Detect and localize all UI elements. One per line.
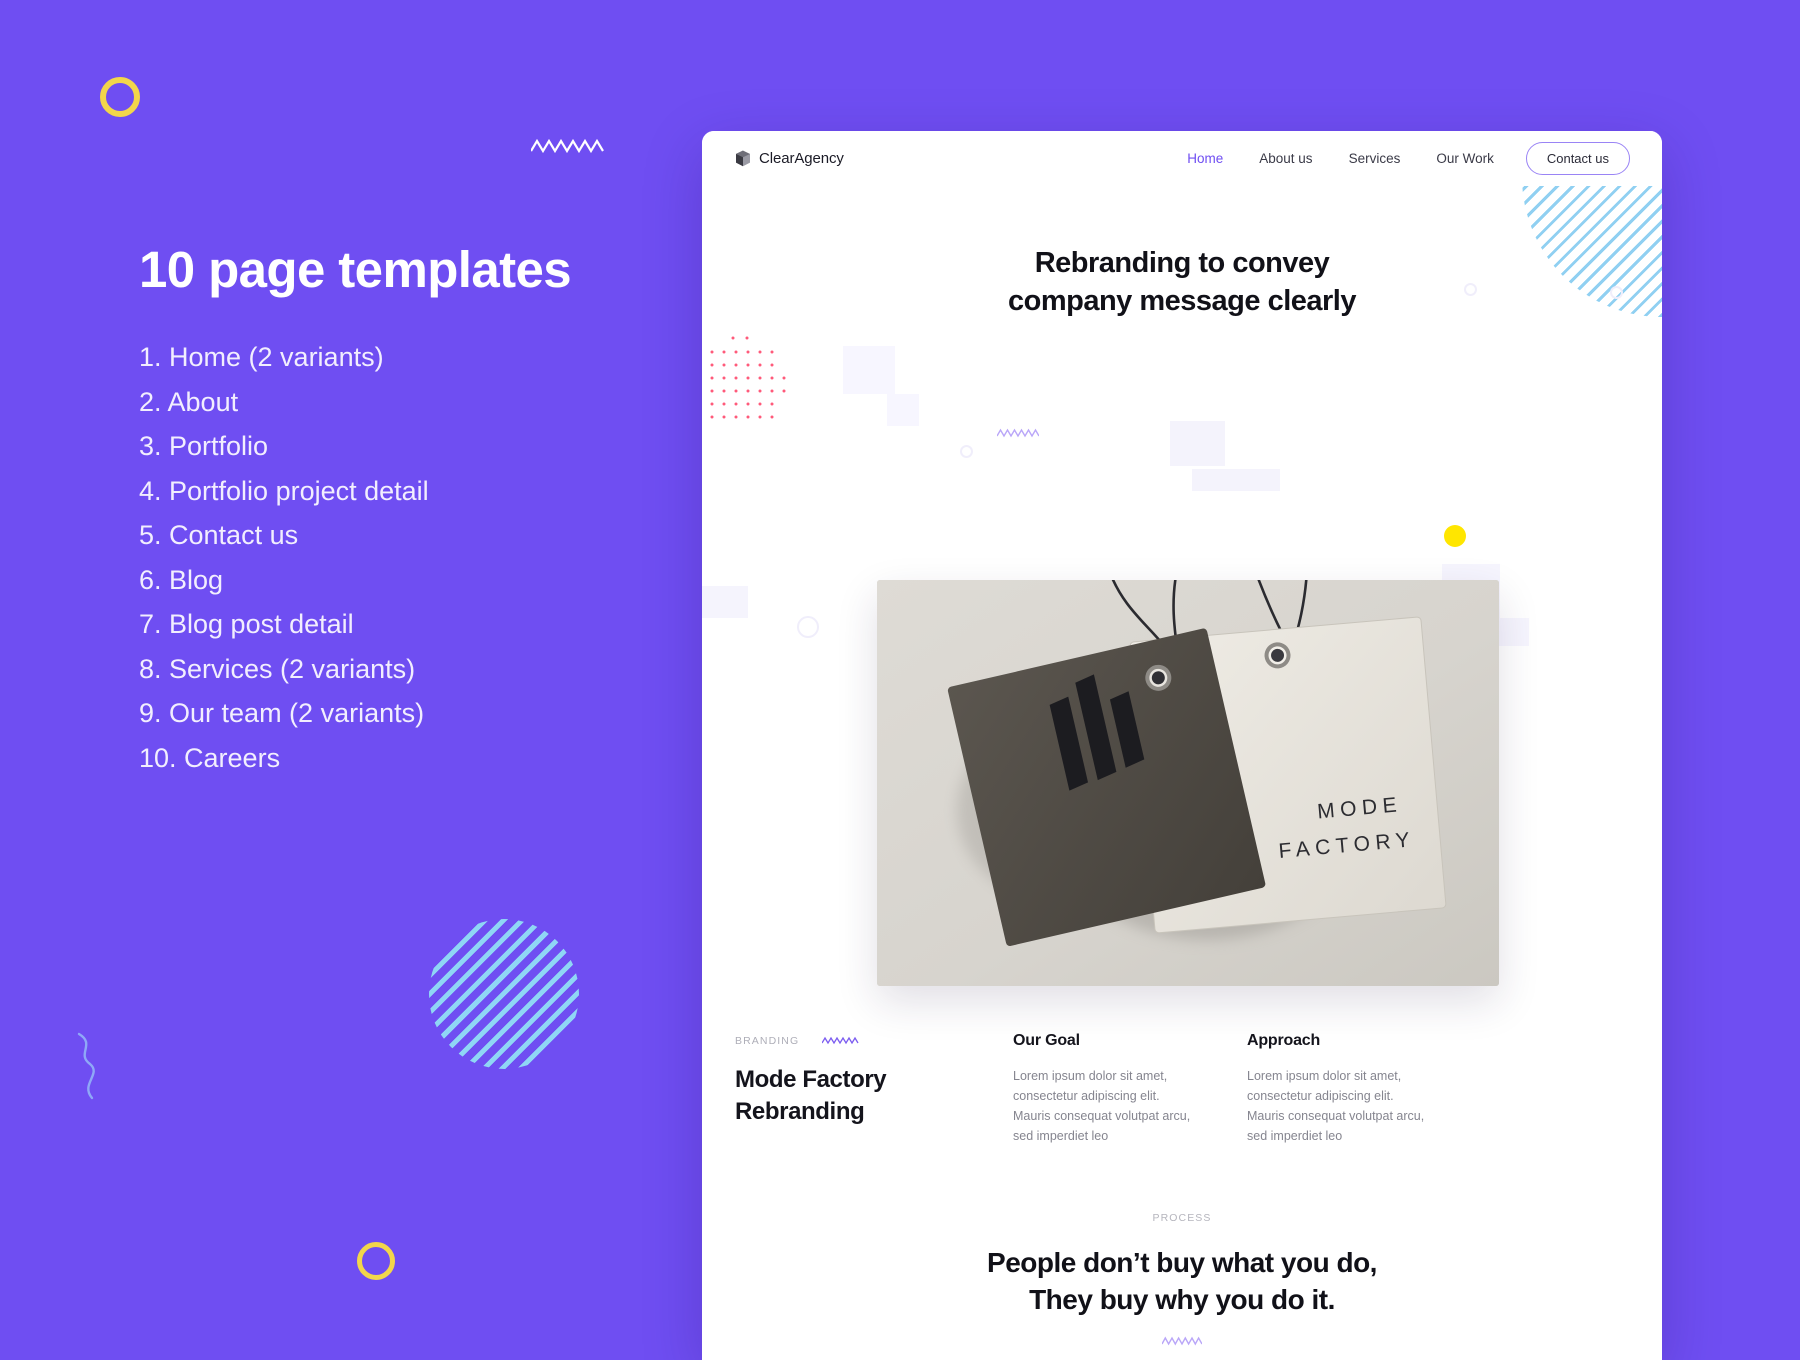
list-item: 3. Portfolio bbox=[139, 431, 269, 461]
zigzag-decoration-icon bbox=[531, 138, 604, 154]
list-item: 1. Home (2 variants) bbox=[139, 342, 384, 372]
process-eyebrow-label: PROCESS bbox=[1152, 1212, 1212, 1224]
ghost-ring-decoration bbox=[960, 445, 973, 458]
dot-grid-decoration bbox=[710, 336, 786, 419]
contact-us-button[interactable]: Contact us bbox=[1525, 142, 1630, 175]
hero-title-line-1: Rebranding to convey bbox=[1034, 247, 1330, 279]
soft-square-decoration bbox=[1192, 469, 1280, 491]
zigzag-decoration-icon bbox=[821, 1037, 859, 1045]
column-body: Lorem ipsum dolor sit amet, consectetur … bbox=[1247, 1069, 1425, 1143]
nav-link-our-work[interactable]: Our Work bbox=[1418, 151, 1512, 166]
cube-icon bbox=[736, 150, 750, 167]
list-item: 2. About bbox=[139, 386, 239, 417]
project-title: Mode Factory Rebranding bbox=[735, 1064, 1013, 1128]
list-item: 8. Services (2 variants) bbox=[139, 653, 416, 684]
list-item: 9. Our team (2 variants) bbox=[139, 698, 425, 728]
page-title: 10 page templates bbox=[139, 241, 572, 298]
project-summary: BRANDING Mode Factory Rebranding bbox=[735, 1032, 1013, 1146]
brand-logo[interactable]: ClearAgency bbox=[735, 150, 844, 167]
nav-link-home[interactable]: Home bbox=[1169, 151, 1241, 166]
list-item: 10. Careers bbox=[139, 742, 281, 773]
process-title-line-1: People don’t buy what you do, bbox=[987, 1247, 1377, 1278]
project-eyebrow-label: BRANDING bbox=[735, 1034, 800, 1047]
brand-name: ClearAgency bbox=[759, 150, 844, 167]
column-title: Approach bbox=[1247, 1032, 1321, 1049]
column-title: Our Goal bbox=[1013, 1032, 1080, 1049]
hero-title: Rebranding to convey company message cle… bbox=[702, 244, 1662, 320]
website-preview-card: ClearAgency Home About us Services Our W… bbox=[702, 131, 1662, 1360]
hero-section: Rebranding to convey company message cle… bbox=[702, 186, 1662, 1346]
list-item: 4. Portfolio project detail bbox=[139, 475, 429, 506]
yellow-ring-decoration-top bbox=[100, 77, 140, 117]
process-title-line-2: They buy why you do it. bbox=[1029, 1284, 1335, 1315]
squiggle-decoration-icon bbox=[77, 1032, 95, 1100]
project-title-line-2: Rebranding bbox=[735, 1098, 865, 1125]
hero-title-line-2: company message clearly bbox=[1008, 285, 1356, 317]
zigzag-decoration-icon bbox=[1161, 1336, 1203, 1346]
main-nav: Home About us Services Our Work Contact … bbox=[1169, 142, 1630, 175]
column-body: Lorem ipsum dolor sit amet, consectetur … bbox=[1013, 1069, 1191, 1143]
left-promo-panel: 10 page templates 1. Home (2 variants) 2… bbox=[0, 0, 702, 1360]
project-column-approach: Approach Lorem ipsum dolor sit amet, con… bbox=[1247, 1032, 1429, 1146]
template-list: 1. Home (2 variants) 2. About 3. Portfol… bbox=[139, 335, 429, 780]
project-info-row: BRANDING Mode Factory Rebranding Our Goa… bbox=[702, 1032, 1662, 1146]
soft-square-decoration bbox=[702, 586, 748, 618]
nav-link-about-us[interactable]: About us bbox=[1241, 151, 1330, 166]
process-section: PROCESS People don’t buy what you do, Th… bbox=[702, 1212, 1662, 1351]
project-hero-image: MODE FACTORY bbox=[877, 580, 1499, 986]
hang-tags-mockup: MODE FACTORY bbox=[877, 580, 1499, 986]
project-column-our-goal: Our Goal Lorem ipsum dolor sit amet, con… bbox=[1013, 1032, 1195, 1146]
process-title: People don’t buy what you do, They buy w… bbox=[702, 1244, 1662, 1318]
list-item: 7. Blog post detail bbox=[139, 609, 354, 639]
project-title-line-1: Mode Factory bbox=[735, 1066, 887, 1093]
soft-square-decoration bbox=[887, 394, 919, 426]
striped-circle-decoration bbox=[429, 919, 579, 1069]
list-item: 5. Contact us bbox=[139, 520, 299, 550]
soft-square-decoration bbox=[843, 346, 895, 394]
nav-link-services[interactable]: Services bbox=[1331, 151, 1419, 166]
soft-square-decoration bbox=[1170, 421, 1225, 466]
site-header: ClearAgency Home About us Services Our W… bbox=[702, 131, 1662, 186]
yellow-ring-decoration-bottom bbox=[357, 1242, 395, 1280]
yellow-dot-decoration bbox=[1444, 525, 1466, 547]
ghost-ring-decoration bbox=[797, 616, 819, 638]
list-item: 6. Blog bbox=[139, 564, 224, 595]
zigzag-decoration-icon bbox=[997, 428, 1039, 438]
